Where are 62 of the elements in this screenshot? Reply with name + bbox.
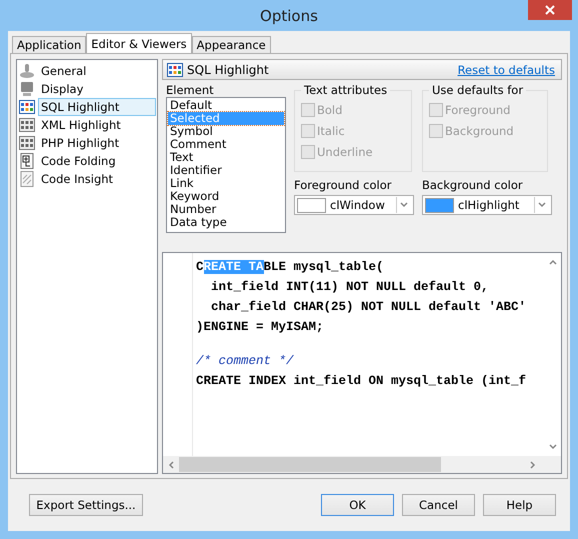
checkbox-label: Foreground xyxy=(445,103,510,117)
code-line: char_field CHAR(25) NOT NULL default 'ABC' xyxy=(210,299,528,316)
joystick-icon xyxy=(19,63,35,79)
list-item[interactable]: Link xyxy=(168,177,284,190)
checkbox-label: Italic xyxy=(317,124,345,138)
caret-icon[interactable] xyxy=(399,200,409,210)
grid-icon xyxy=(19,117,35,133)
group-title: Text attributes xyxy=(301,83,390,97)
code-line: CREATE TABLE mysql_table( xyxy=(195,259,385,276)
scrollbar-thumb[interactable] xyxy=(179,457,441,472)
dialog-button[interactable]: OK xyxy=(321,494,394,516)
sidebar-item[interactable]: SQL Highlight xyxy=(38,98,156,116)
reset-link[interactable]: Reset to defaults xyxy=(458,62,555,76)
tab[interactable]: Editor & Viewers xyxy=(86,33,192,53)
sidebar-item[interactable]: PHP Highlight xyxy=(38,134,122,152)
list-item[interactable]: Data type xyxy=(168,216,284,229)
caret-icon[interactable] xyxy=(537,200,547,210)
close-icon xyxy=(545,5,555,15)
sidebar-item[interactable]: Code Insight xyxy=(38,170,116,188)
checkbox-label: Bold xyxy=(317,103,342,117)
color-dropdown[interactable]: clWindow xyxy=(294,195,414,215)
grid-icon xyxy=(19,99,35,115)
grid-icon xyxy=(19,135,35,151)
color-dropdown[interactable]: clHighlight xyxy=(422,195,552,215)
tab[interactable]: Application xyxy=(12,36,86,53)
section-title: SQL Highlight xyxy=(187,62,270,76)
scroll-right-icon[interactable] xyxy=(528,460,538,470)
scroll-up-icon[interactable] xyxy=(548,257,558,267)
list-item[interactable]: Comment xyxy=(168,138,284,151)
field-label: Foreground color xyxy=(294,178,392,192)
code-editor[interactable]: CREATE TABLE mysql_table( int_field INT(11) NOT NULL default 0, char_field CHAR(25) NOT NULL default 'ABC' )ENGINE = MyISAM; /* comment */ CREATE INDEX int_field ON mysql_table (int_f xyxy=(162,252,562,474)
dialog-button[interactable]: Cancel xyxy=(402,494,475,516)
code-comment: /* comment */ xyxy=(195,353,295,370)
monitor-icon xyxy=(19,81,35,97)
group-title: Use defaults for xyxy=(429,83,526,97)
checkbox-label: Underline xyxy=(317,145,373,159)
code-line: )ENGINE = MyISAM; xyxy=(195,319,325,336)
list-item[interactable]: Identifier xyxy=(168,164,284,177)
sidebar-item[interactable]: Code Folding xyxy=(38,152,119,170)
field-label: Background color xyxy=(422,178,524,192)
code-line: CREATE INDEX int_field ON mysql_table (int_f xyxy=(195,373,528,390)
document-icon xyxy=(19,171,35,187)
scroll-left-icon[interactable] xyxy=(166,460,176,470)
document-icon xyxy=(19,153,35,169)
sidebar-item[interactable]: General xyxy=(38,62,90,80)
scroll-down-icon[interactable] xyxy=(548,442,558,452)
sidebar-item[interactable]: XML Highlight xyxy=(38,116,124,134)
code-line: int_field INT(11) NOT NULL default 0, xyxy=(210,279,490,296)
list-item[interactable]: Symbol xyxy=(168,125,284,138)
list-item[interactable]: Text xyxy=(168,151,284,164)
grid-icon xyxy=(167,62,183,78)
close-button[interactable] xyxy=(528,0,572,20)
list-item[interactable]: Keyword xyxy=(168,190,284,203)
field-label: Element xyxy=(166,83,215,97)
tab[interactable]: Appearance xyxy=(192,36,271,53)
dialog-button[interactable]: Export Settings... xyxy=(29,494,143,516)
checkbox-label: Background xyxy=(445,124,514,138)
dialog-button[interactable]: Help xyxy=(483,494,556,516)
window-title: Options xyxy=(260,6,318,24)
list-item[interactable]: Number xyxy=(168,203,284,216)
sidebar-item[interactable]: Display xyxy=(38,80,86,98)
list-item[interactable]: Default xyxy=(168,99,284,112)
